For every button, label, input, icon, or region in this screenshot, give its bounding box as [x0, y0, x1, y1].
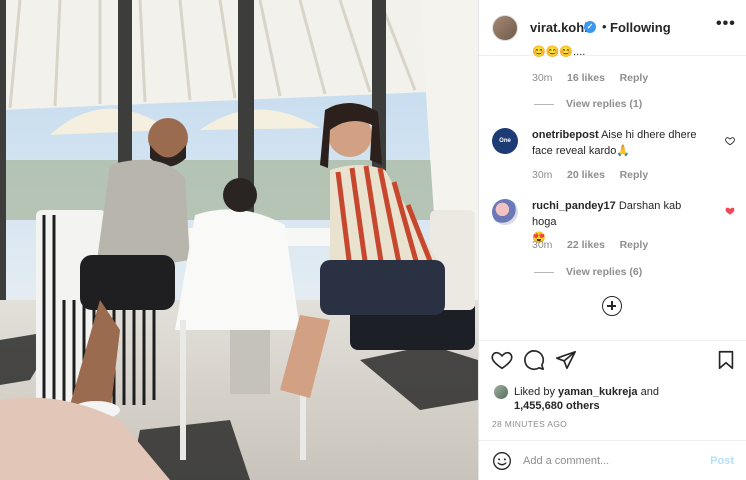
following-button[interactable]: Following: [610, 20, 671, 35]
commenter-username[interactable]: ruchi_pandey17: [532, 200, 616, 212]
comment-text: 😊😊😊....: [532, 46, 586, 58]
comment-meta: 30m 20 likes Reply: [532, 169, 648, 181]
commenter-avatar[interactable]: One Tribe: [492, 128, 518, 170]
view-replies-button[interactable]: View replies (1): [534, 98, 642, 110]
likes-prefix: Liked by: [514, 386, 555, 398]
like-comment-heart-icon[interactable]: [725, 136, 735, 146]
post-actions: Liked by yaman_kukreja and 1,455,680 oth…: [479, 340, 746, 440]
comment-icon[interactable]: [523, 349, 545, 371]
post-timestamp[interactable]: 28 MINUTES AGO: [492, 419, 567, 429]
reply-button[interactable]: Reply: [620, 169, 649, 181]
view-replies-label: View replies (1): [566, 98, 643, 110]
comment-input[interactable]: [523, 451, 703, 471]
replies-divider: [534, 271, 554, 273]
post-photo-illustration: [0, 0, 478, 480]
likes-connector: and: [640, 386, 659, 398]
comment-age: 30m: [532, 239, 553, 251]
verified-badge-icon: ✓: [584, 21, 596, 33]
load-more-icon[interactable]: [602, 296, 622, 316]
comment-age: 30m: [532, 72, 553, 84]
comments-list[interactable]: 😊😊😊.... 30m 16 likes Reply View replies …: [479, 40, 746, 340]
commenter-username[interactable]: onetribepost: [532, 129, 599, 141]
save-icon[interactable]: [715, 349, 737, 371]
comment-body: onetribepost Aise hi dhere dhere face re…: [532, 127, 707, 159]
replies-divider: [534, 103, 554, 105]
liked-comment-heart-icon[interactable]: [725, 206, 735, 216]
comment-composer: Post: [479, 440, 746, 480]
commenter-avatar[interactable]: [492, 199, 518, 225]
emoji-icon[interactable]: [492, 451, 512, 471]
more-icon[interactable]: •••: [716, 15, 736, 33]
liker-avatar[interactable]: [494, 385, 508, 399]
view-replies-label: View replies (6): [566, 266, 643, 278]
likes-text: Liked by yaman_kukreja and 1,455,680 oth…: [514, 385, 659, 413]
comment-likes[interactable]: 22 likes: [567, 239, 605, 251]
share-icon[interactable]: [555, 349, 577, 371]
view-replies-button[interactable]: View replies (6): [534, 266, 642, 278]
comment-meta: 30m 22 likes Reply: [532, 239, 648, 251]
post-photo[interactable]: [0, 0, 478, 480]
post-button[interactable]: Post: [710, 455, 734, 467]
comment-likes[interactable]: 20 likes: [567, 169, 605, 181]
author-avatar[interactable]: [492, 15, 518, 41]
reply-button[interactable]: Reply: [620, 72, 649, 84]
comment-meta: 30m 16 likes Reply: [532, 72, 648, 84]
separator-dot: •: [602, 19, 607, 34]
comment-age: 30m: [532, 169, 553, 181]
author-username[interactable]: virat.kohli: [530, 20, 591, 35]
likes-others-count[interactable]: 1,455,680 others: [514, 400, 600, 412]
reply-button[interactable]: Reply: [620, 239, 649, 251]
comment-likes[interactable]: 16 likes: [567, 72, 605, 84]
liker-username[interactable]: yaman_kukreja: [558, 386, 638, 398]
post-side-panel: virat.kohli ✓ • Following ••• 😊😊😊.... 30…: [478, 0, 746, 480]
heart-icon[interactable]: [491, 349, 513, 371]
